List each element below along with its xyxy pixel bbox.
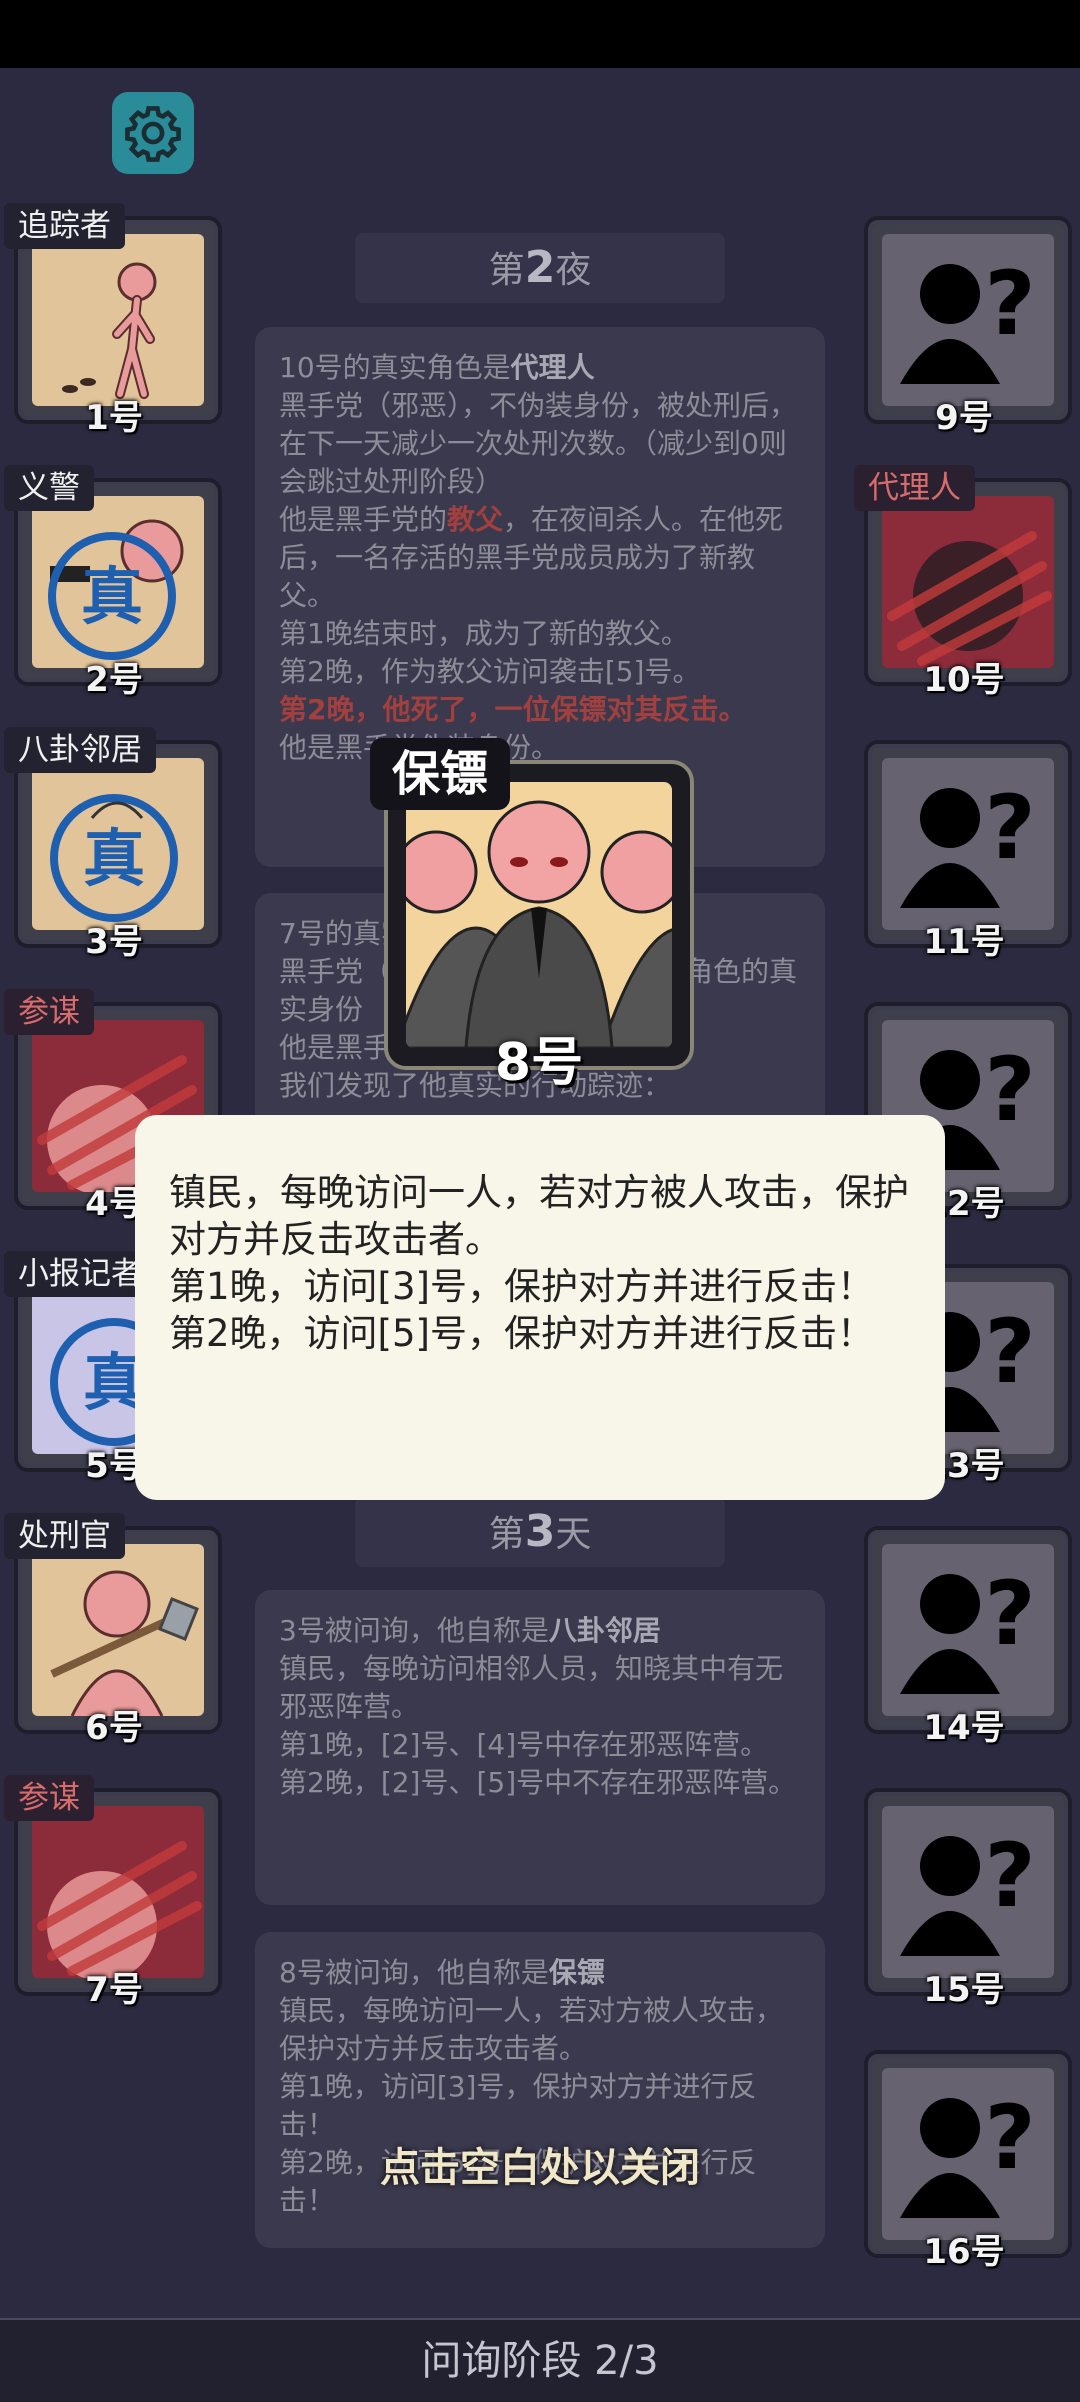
unknown-player-icon: ? (900, 2086, 1036, 2218)
player-number-3: 3号 (85, 922, 143, 962)
player-number-1: 1号 (85, 398, 143, 438)
role-label-1: 追踪者 (4, 203, 125, 249)
tracker-art (32, 234, 204, 406)
role-label-7: 参谋 (4, 1775, 94, 1821)
executioner-art (32, 1544, 204, 1716)
vigilante-art: 真 (32, 496, 204, 668)
svg-text:?: ? (984, 1038, 1035, 1141)
role-label-4: 参谋 (4, 989, 94, 1035)
bodyguards-art (406, 782, 672, 1048)
player-number-15: 15号 (923, 1970, 1005, 2010)
popup-player-number: 8号 (494, 1033, 584, 1093)
svg-text:?: ? (984, 1300, 1035, 1403)
svg-text:?: ? (984, 252, 1035, 355)
proxy-dead-art (887, 531, 1052, 666)
player-number-11: 11号 (923, 922, 1005, 962)
day-3-header: 第3天 (355, 1497, 725, 1567)
gear-icon (125, 106, 181, 162)
phase-indicator: 问询阶段 2/3 (0, 2318, 1080, 2402)
close-hint[interactable]: 点击空白处以关闭 (300, 2135, 780, 2193)
player-number-7: 7号 (85, 1970, 143, 2010)
night-2-header: 第2夜 (355, 233, 725, 303)
svg-text:?: ? (984, 2086, 1035, 2189)
player-number-2: 2号 (85, 660, 143, 700)
player-number-10: 10号 (923, 660, 1005, 700)
role-label-6: 处刑官 (4, 1513, 125, 1559)
popup-line-1: 镇民，每晚访问一人，若对方被人攻击，保护对方并反击攻击者。 (169, 1171, 909, 1261)
role-label-5: 小报记者 (4, 1251, 156, 1297)
unknown-player-icon: ? (900, 1562, 1036, 1694)
status-bar (0, 0, 1080, 68)
popup-line-2: 第1晚，访问[3]号，保护对方并进行反击！ (169, 1265, 874, 1308)
unknown-player-icon: ? (900, 1824, 1036, 1956)
role-label-2: 义警 (4, 465, 94, 511)
true-mark: 真 (81, 560, 143, 633)
unknown-player-icon: ? (900, 776, 1036, 908)
neighbor-art: 真 (32, 758, 204, 930)
popup-line-3: 第2晚，访问[5]号，保护对方并进行反击！ (169, 1312, 874, 1355)
role-detail-popup[interactable]: 镇民，每晚访问一人，若对方被人攻击，保护对方并反击攻击者。 第1晚，访问[3]号… (135, 1115, 945, 1500)
player-number-9: 9号 (935, 398, 993, 438)
settings-button[interactable] (112, 92, 194, 174)
unknown-player-icon: ? (900, 252, 1036, 384)
true-mark: 真 (83, 822, 145, 895)
svg-text:?: ? (984, 776, 1035, 879)
role-label-3: 八卦邻居 (4, 727, 156, 773)
player-number-14: 14号 (923, 1708, 1005, 1748)
svg-text:?: ? (984, 1562, 1035, 1665)
player-number-16: 16号 (923, 2232, 1005, 2272)
day3-entry-8: 8号被问询，他自称是保镖 镇民，每晚访问一人，若对方被人攻击，保护对方并反击攻击… (255, 1932, 825, 2248)
day3-entry-3: 3号被问询，他自称是八卦邻居 镇民，每晚访问相邻人员，知晓其中有无邪恶阵营。 第… (255, 1590, 825, 1905)
advisor-dead-art (32, 1806, 204, 1978)
popup-role-title: 保镖 (370, 738, 511, 810)
svg-text:?: ? (984, 1824, 1035, 1927)
player-number-6: 6号 (85, 1708, 143, 1748)
role-label-10: 代理人 (854, 465, 975, 511)
